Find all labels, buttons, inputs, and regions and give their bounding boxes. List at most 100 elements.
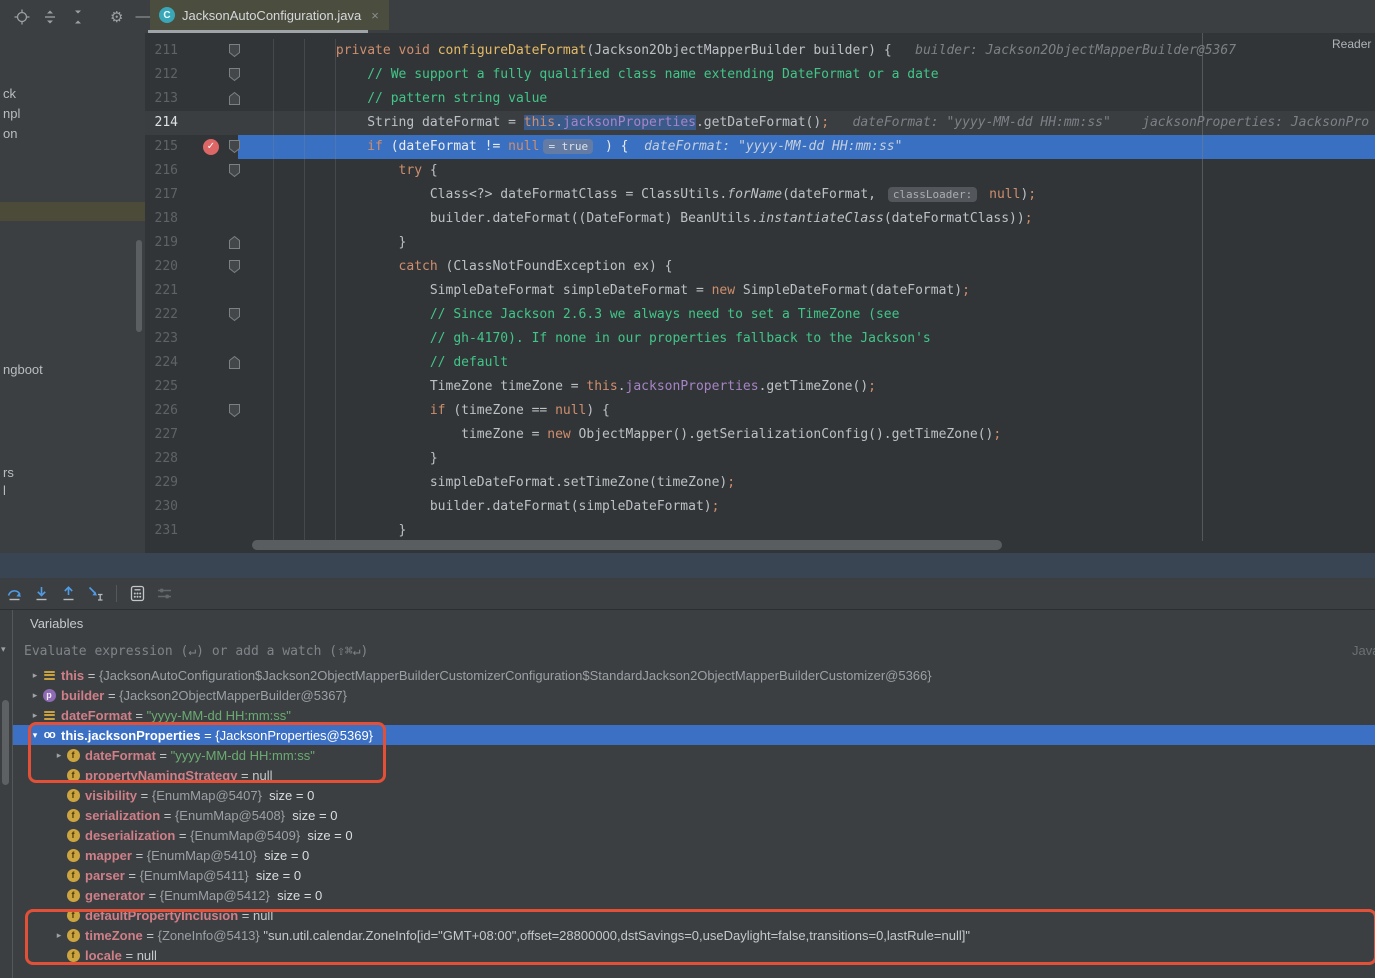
project-tree-scrollbar[interactable] — [136, 240, 142, 332]
chevron-down-icon[interactable]: ▾ — [1, 644, 6, 655]
variable-name: generator — [85, 888, 145, 903]
evaluate-expression-icon[interactable] — [129, 585, 146, 602]
step-out-icon[interactable] — [60, 585, 77, 602]
tab-variables[interactable]: Variables — [12, 616, 83, 631]
run-to-cursor-icon[interactable] — [87, 585, 104, 602]
variable-row-deserialization[interactable]: fdeserialization = {EnumMap@5409} size =… — [12, 825, 1375, 845]
panel-splitter[interactable] — [0, 553, 1375, 578]
fold-marker-icon[interactable] — [228, 67, 241, 82]
project-tree-item[interactable]: ck — [3, 86, 16, 101]
field-icon: f — [67, 809, 80, 822]
code-editor[interactable]: 211 private void configureDateFormat(Jac… — [145, 33, 1375, 553]
code-text[interactable]: builder.dateFormat(simpleDateFormat); — [238, 495, 1375, 519]
code-text[interactable]: SimpleDateFormat simpleDateFormat = new … — [238, 279, 1375, 303]
settings-gear-icon[interactable]: ⚙ — [110, 8, 123, 25]
line-number: 226 — [145, 399, 178, 423]
code-text[interactable]: } — [238, 447, 1375, 471]
fold-marker-icon[interactable] — [228, 259, 241, 274]
variable-row-builder[interactable]: ▸pbuilder = {Jackson2ObjectMapperBuilder… — [12, 685, 1375, 705]
variable-row-this[interactable]: ▸this = {JacksonAutoConfiguration$Jackso… — [12, 665, 1375, 685]
project-tree-item[interactable]: rs — [3, 465, 14, 480]
variable-name: this — [61, 668, 84, 683]
code-text[interactable]: timeZone = new ObjectMapper().getSeriali… — [238, 423, 1375, 447]
code-text[interactable]: Class<?> dateFormatClass = ClassUtils.fo… — [238, 183, 1375, 207]
project-tree-selected-row[interactable] — [0, 202, 145, 221]
hide-panel-icon[interactable]: — — [135, 8, 150, 25]
code-text[interactable]: try { — [238, 159, 1375, 183]
variable-value: {EnumMap@5411} — [140, 868, 249, 883]
variable-row-serialization[interactable]: fserialization = {EnumMap@5408} size = 0 — [12, 805, 1375, 825]
fold-marker-icon[interactable] — [228, 91, 241, 106]
variable-row-propertynamingstrategy[interactable]: fpropertyNamingStrategy = null — [12, 765, 1375, 785]
variable-row-dateformat[interactable]: ▸dateFormat = "yyyy-MM-dd HH:mm:ss" — [12, 705, 1375, 725]
variable-row-parser[interactable]: fparser = {EnumMap@5411} size = 0 — [12, 865, 1375, 885]
code-text[interactable]: } — [238, 231, 1375, 255]
code-text[interactable]: private void configureDateFormat(Jackson… — [238, 39, 1375, 63]
expand-all-icon[interactable] — [42, 8, 58, 25]
project-tree-item[interactable]: l — [3, 483, 6, 498]
step-into-icon[interactable] — [33, 585, 50, 602]
project-tree-item[interactable]: npl — [3, 106, 20, 121]
code-text[interactable]: String dateFormat = this.jacksonProperti… — [238, 111, 1375, 135]
code-text[interactable]: // gh-4170). If none in our properties f… — [238, 327, 1375, 351]
line-number: 214 — [145, 111, 178, 135]
variable-row-defaultpropertyinclusion[interactable]: fdefaultPropertyInclusion = null — [12, 905, 1375, 925]
fold-marker-icon[interactable] — [228, 355, 241, 370]
variable-row-dateformat[interactable]: ▸fdateFormat = "yyyy-MM-dd HH:mm:ss" — [12, 745, 1375, 765]
evaluate-expression-row[interactable]: Evaluate expression (↵) or add a watch (… — [12, 637, 1375, 666]
code-text[interactable]: catch (ClassNotFoundException ex) { — [238, 255, 1375, 279]
fold-marker-icon[interactable] — [228, 403, 241, 418]
fold-marker-icon[interactable] — [228, 235, 241, 250]
variable-row-timezone[interactable]: ▸ftimeZone = {ZoneInfo@5413} "sun.util.c… — [12, 925, 1375, 945]
mute-filters-icon[interactable] — [156, 585, 173, 602]
fold-marker-icon[interactable] — [228, 139, 241, 154]
chevron-right-icon[interactable]: ▸ — [52, 750, 66, 761]
code-line-226: 226 if (timeZone == null) { — [145, 399, 1375, 423]
fold-marker-icon[interactable] — [228, 43, 241, 58]
indent-guide — [335, 39, 336, 543]
variable-row-mapper[interactable]: fmapper = {EnumMap@5410} size = 0 — [12, 845, 1375, 865]
breakpoint-icon[interactable]: ✓ — [203, 139, 219, 155]
code-line-213: 213 // pattern string value — [145, 87, 1375, 111]
tab-title: JacksonAutoConfiguration.java — [182, 8, 361, 23]
variable-name: locale — [85, 948, 122, 963]
fold-marker-icon[interactable] — [228, 307, 241, 322]
fold-marker-icon[interactable] — [228, 163, 241, 178]
project-tree-item[interactable]: on — [3, 126, 17, 141]
code-text[interactable]: if (dateFormat != null= true ) { dateFor… — [238, 135, 1375, 159]
chevron-right-icon[interactable]: ▸ — [28, 670, 42, 681]
field-icon: f — [67, 789, 80, 802]
code-line-229: 229 simpleDateFormat.setTimeZone(timeZon… — [145, 471, 1375, 495]
field-icon: f — [67, 749, 80, 762]
code-text[interactable]: simpleDateFormat.setTimeZone(timeZone); — [238, 471, 1375, 495]
variable-value: "yyyy-MM-dd HH:mm:ss" — [147, 708, 291, 723]
code-text[interactable]: if (timeZone == null) { — [238, 399, 1375, 423]
project-tree-item[interactable]: ngboot — [3, 362, 43, 377]
collapse-all-icon[interactable] — [70, 8, 86, 25]
code-text[interactable]: builder.dateFormat((DateFormat) BeanUtil… — [238, 207, 1375, 231]
tab-close-icon[interactable]: × — [371, 8, 379, 23]
line-number: 211 — [145, 39, 178, 63]
watch-icon: oo — [44, 729, 54, 741]
tab-jackson-auto-configuration[interactable]: C JacksonAutoConfiguration.java × — [150, 0, 389, 30]
code-line-225: 225 TimeZone timeZone = this.jacksonProp… — [145, 375, 1375, 399]
line-number: 228 — [145, 447, 178, 471]
step-over-icon[interactable] — [6, 585, 23, 602]
variable-row-visibility[interactable]: fvisibility = {EnumMap@5407} size = 0 — [12, 785, 1375, 805]
locate-icon[interactable] — [14, 8, 30, 25]
chevron-down-icon[interactable]: ▾ — [28, 730, 42, 741]
variable-row-this-jacksonproperties[interactable]: ▾oothis.jacksonProperties = {JacksonProp… — [12, 725, 1375, 745]
chevron-right-icon[interactable]: ▸ — [28, 710, 42, 721]
chevron-right-icon[interactable]: ▸ — [28, 690, 42, 701]
editor-horizontal-scrollbar[interactable] — [252, 540, 1002, 550]
code-text[interactable]: // Since Jackson 2.6.3 we always need to… — [238, 303, 1375, 327]
code-text[interactable]: TimeZone timeZone = this.jacksonProperti… — [238, 375, 1375, 399]
reader-mode-label[interactable]: Reader mode — [1332, 37, 1375, 51]
variables-scrollbar[interactable] — [2, 700, 9, 785]
code-text[interactable]: // default — [238, 351, 1375, 375]
chevron-right-icon[interactable]: ▸ — [52, 930, 66, 941]
code-text[interactable]: // We support a fully qualified class na… — [238, 63, 1375, 87]
code-text[interactable]: // pattern string value — [238, 87, 1375, 111]
variable-row-generator[interactable]: fgenerator = {EnumMap@5412} size = 0 — [12, 885, 1375, 905]
variable-row-locale[interactable]: flocale = null — [12, 945, 1375, 965]
